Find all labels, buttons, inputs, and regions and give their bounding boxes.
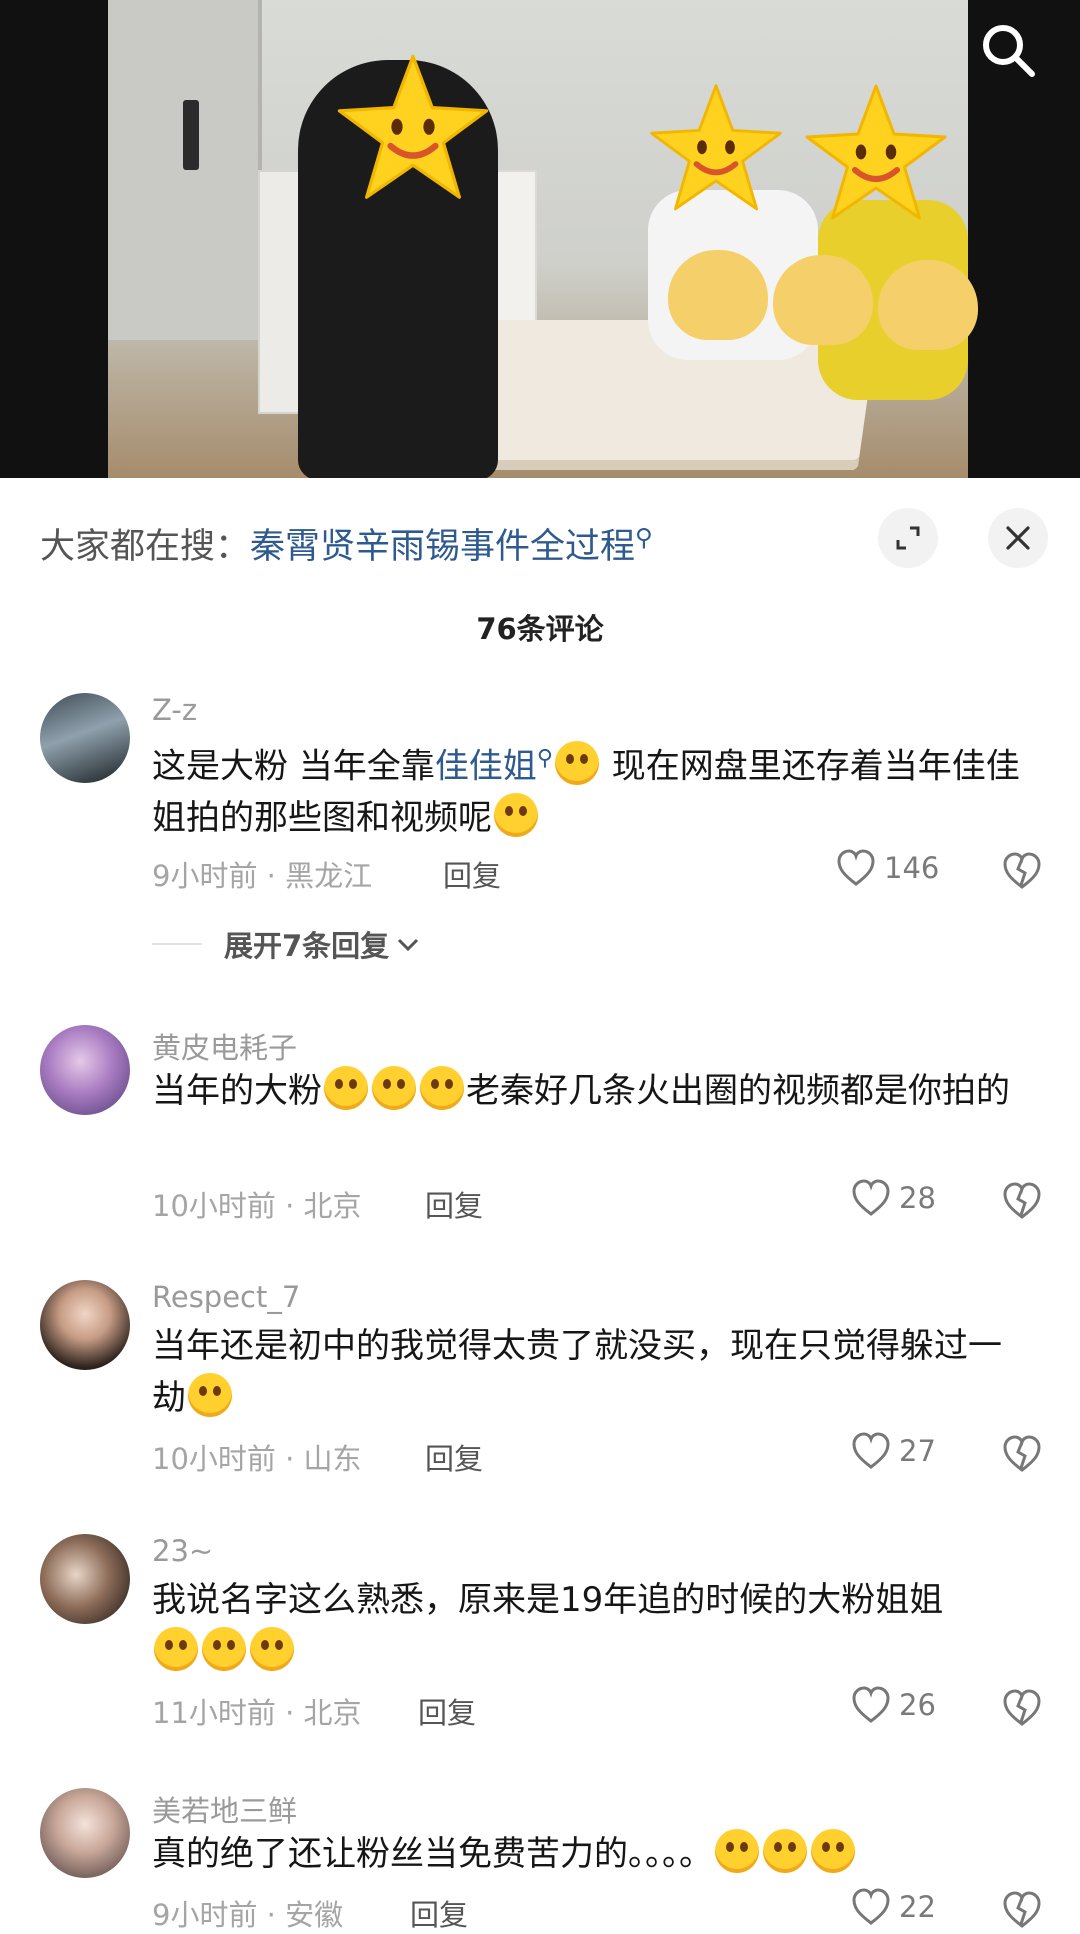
comment-text-part: 我说名字这么熟悉，原来是19年追的时候的大粉姐姐 bbox=[152, 1580, 944, 1620]
flushed-face-emoji-icon bbox=[188, 1373, 232, 1417]
heart-icon bbox=[837, 849, 875, 886]
star-face-sticker bbox=[805, 84, 947, 220]
heart-icon bbox=[852, 1888, 890, 1925]
video-frame bbox=[108, 0, 978, 478]
like-count: 146 bbox=[884, 851, 940, 885]
reply-button[interactable]: 回复 bbox=[425, 1183, 483, 1225]
comment-meta: 11小时前 · 北京 bbox=[152, 1696, 362, 1730]
close-button[interactable] bbox=[988, 508, 1048, 568]
broken-heart-icon[interactable] bbox=[1002, 1434, 1042, 1474]
search-icon[interactable] bbox=[978, 20, 1038, 80]
close-icon bbox=[1006, 526, 1030, 550]
rolling-laughing-emoji-icon bbox=[763, 1829, 807, 1873]
hot-search-link[interactable]: 秦霄贤辛雨锡事件全过程 bbox=[250, 527, 635, 567]
comment-keyword-link[interactable]: 佳佳姐 bbox=[435, 746, 537, 786]
like-count: 27 bbox=[899, 1434, 936, 1468]
like-count: 26 bbox=[899, 1688, 936, 1722]
expand-replies-label: 展开7条回复 bbox=[224, 929, 390, 963]
heart-icon bbox=[852, 1432, 890, 1469]
broken-heart-icon[interactable] bbox=[1002, 1688, 1042, 1728]
bear-sticker bbox=[878, 260, 978, 350]
grin-emoji-icon bbox=[554, 741, 599, 786]
video-player[interactable] bbox=[0, 0, 1080, 478]
comment-username[interactable]: Respect_7 bbox=[152, 1280, 300, 1314]
like-button[interactable]: 28 bbox=[851, 1179, 936, 1217]
comment-text-part: 这是大粉 当年全靠 bbox=[152, 746, 435, 787]
like-button[interactable]: 26 bbox=[851, 1686, 936, 1724]
bear-sticker bbox=[668, 250, 768, 340]
avatar[interactable] bbox=[40, 1788, 130, 1878]
broken-heart-icon[interactable] bbox=[1002, 1181, 1042, 1221]
like-button[interactable]: 146 bbox=[836, 849, 939, 887]
star-face-sticker bbox=[650, 84, 782, 211]
avatar[interactable] bbox=[40, 1534, 130, 1624]
comment-username[interactable]: 23~ bbox=[152, 1534, 213, 1568]
broken-heart-icon[interactable] bbox=[1002, 1890, 1042, 1930]
broken-heart-icon[interactable] bbox=[1002, 851, 1042, 891]
comment-text-part: 当年还是初中的我觉得太贵了就没买，现在只觉得躲过一劫 bbox=[152, 1326, 1002, 1418]
pleading-face-emoji-icon bbox=[420, 1066, 464, 1110]
expand-button[interactable] bbox=[878, 508, 938, 568]
comment-username[interactable]: 美若地三鲜 bbox=[152, 1788, 297, 1830]
comment-username[interactable]: 黄皮电耗子 bbox=[152, 1025, 297, 1067]
comment-meta: 9小时前 · 安徽 bbox=[152, 1898, 344, 1932]
comment-text: 当年的大粉 老秦好几条火出圈的视频都是你拍的 bbox=[152, 1065, 1032, 1117]
comment-username[interactable]: Z-z bbox=[152, 693, 197, 727]
avatar[interactable] bbox=[40, 1280, 130, 1370]
pleading-face-emoji-icon bbox=[324, 1066, 368, 1110]
like-count: 22 bbox=[899, 1890, 936, 1924]
like-button[interactable]: 27 bbox=[851, 1432, 936, 1470]
search-icon: ⚲ bbox=[536, 746, 553, 771]
rolling-laughing-emoji-icon bbox=[715, 1829, 759, 1873]
comment-text: 当年还是初中的我觉得太贵了就没买，现在只觉得躲过一劫 bbox=[152, 1320, 1032, 1424]
room-door bbox=[108, 0, 262, 340]
comment-meta: 9小时前 · 黑龙江 bbox=[152, 859, 373, 893]
comment-text-part: 真的绝了还让粉丝当免费苦力的。。。。 bbox=[152, 1834, 713, 1874]
star-face-sticker bbox=[337, 54, 489, 199]
comment-meta: 10小时前 · 山东 bbox=[152, 1442, 362, 1476]
heart-icon bbox=[852, 1179, 890, 1216]
reply-button[interactable]: 回复 bbox=[418, 1690, 476, 1732]
sweat-smile-emoji-icon bbox=[494, 793, 538, 838]
bear-sticker bbox=[773, 255, 873, 345]
hot-search-bar[interactable]: 大家都在搜：秦霄贤辛雨锡事件全过程⚲ bbox=[40, 518, 653, 569]
door-handle bbox=[183, 100, 199, 170]
reply-button[interactable]: 回复 bbox=[443, 853, 501, 895]
comment-count: 76条评论 bbox=[476, 612, 604, 646]
comment-text-part: 当年的大粉 bbox=[152, 1071, 322, 1111]
crying-laughing-emoji-icon bbox=[154, 1627, 198, 1671]
heart-icon bbox=[852, 1686, 890, 1723]
crying-laughing-emoji-icon bbox=[202, 1627, 246, 1671]
divider bbox=[152, 943, 202, 945]
reply-button[interactable]: 回复 bbox=[410, 1892, 468, 1934]
like-button[interactable]: 22 bbox=[851, 1888, 936, 1926]
comment-text: 真的绝了还让粉丝当免费苦力的。。。。 bbox=[152, 1828, 1032, 1880]
like-count: 28 bbox=[899, 1181, 936, 1215]
reply-button[interactable]: 回复 bbox=[425, 1436, 483, 1478]
hot-search-prefix: 大家都在搜： bbox=[40, 527, 251, 567]
comment-text-part: 老秦好几条火出圈的视频都是你拍的 bbox=[466, 1071, 1010, 1111]
chevron-down-icon bbox=[398, 938, 419, 952]
avatar[interactable] bbox=[40, 693, 130, 783]
comment-text: 这是大粉 当年全靠佳佳姐⚲ 现在网盘里还存着当年佳佳姐拍的那些图和视频呢 bbox=[152, 733, 1032, 844]
comment-meta: 10小时前 · 北京 bbox=[152, 1189, 362, 1223]
crying-laughing-emoji-icon bbox=[250, 1627, 294, 1671]
pleading-face-emoji-icon bbox=[372, 1066, 416, 1110]
rolling-laughing-emoji-icon bbox=[811, 1829, 855, 1873]
avatar[interactable] bbox=[40, 1025, 130, 1115]
expand-icon bbox=[896, 526, 920, 550]
expand-replies-button[interactable]: 展开7条回复 bbox=[152, 923, 421, 965]
comment-sheet: 大家都在搜：秦霄贤辛雨锡事件全过程⚲ 76条评论 Z-z 这是大粉 当年全靠佳佳… bbox=[0, 478, 1080, 1932]
search-icon: ⚲ bbox=[635, 523, 653, 552]
comment-text: 我说名字这么熟悉，原来是19年追的时候的大粉姐姐 bbox=[152, 1574, 1032, 1678]
